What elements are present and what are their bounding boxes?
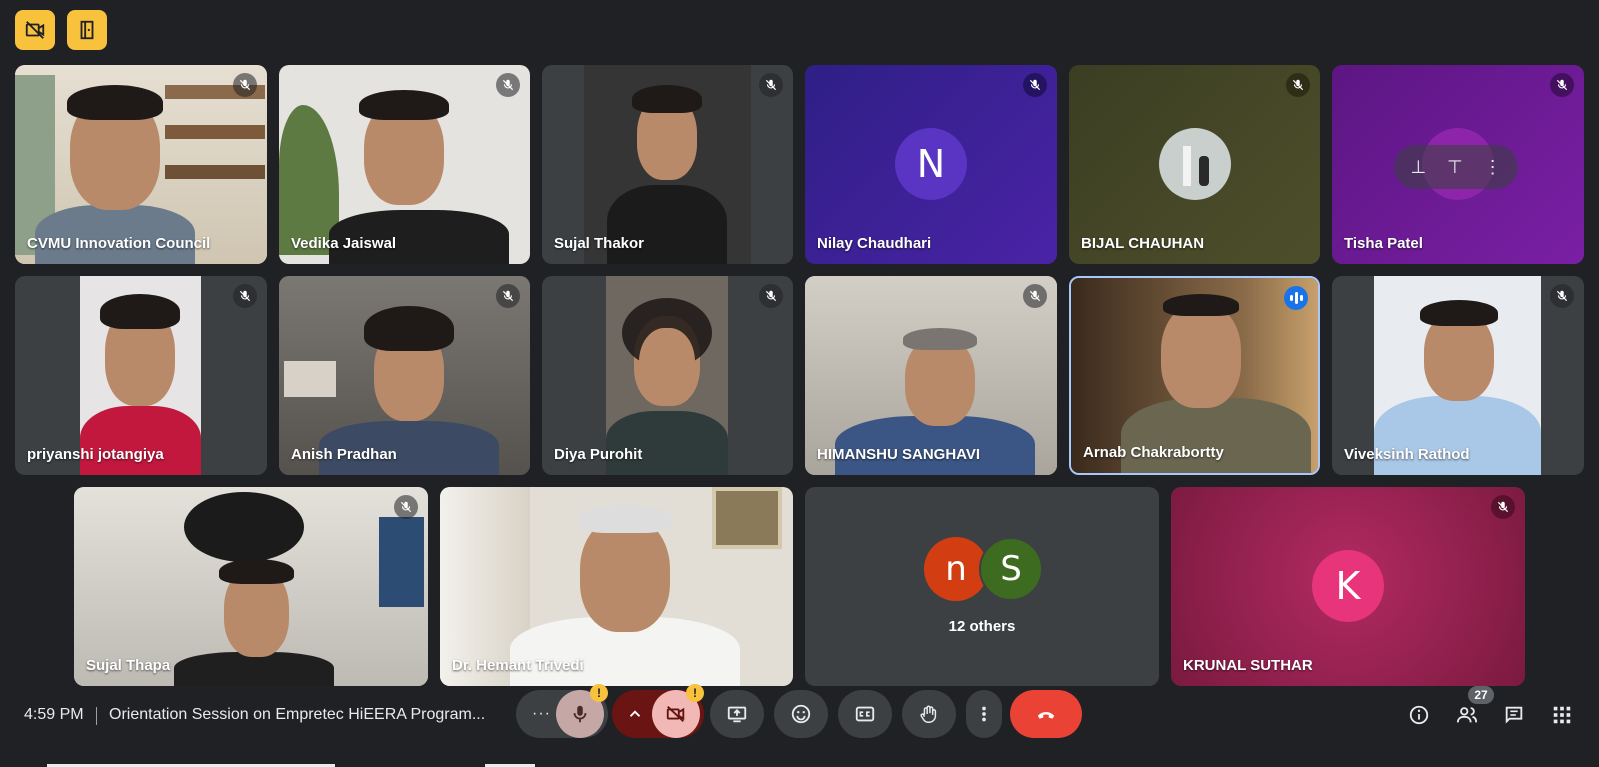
reactions-button[interactable] [774, 690, 828, 738]
avatar-initial: n [945, 549, 967, 589]
participant-name: priyanshi jotangiya [27, 446, 164, 463]
participant-tile[interactable]: Sujal Thakor [542, 65, 793, 264]
mute-for-all-icon[interactable]: ⊤ [1447, 157, 1463, 178]
info-icon [1409, 705, 1429, 725]
participant-tile[interactable]: HIMANSHU SANGHAVI [805, 276, 1057, 475]
avatar-initial: S [1000, 549, 1022, 589]
muted-mic-icon [1550, 284, 1574, 308]
participant-tile[interactable]: CVMU Innovation Council [15, 65, 267, 264]
participant-name: BIJAL CHAUHAN [1081, 235, 1205, 252]
more-options-button[interactable] [966, 690, 1002, 738]
participant-tile[interactable]: Diya Purohit [542, 276, 793, 475]
participant-name: Diya Purohit [554, 446, 643, 463]
muted-mic-icon [394, 495, 418, 519]
end-call-icon [1037, 712, 1055, 719]
participant-name: Tisha Patel [1344, 235, 1423, 252]
others-tile[interactable]: n S 12 others [805, 487, 1159, 686]
microphone-button[interactable]: ! [556, 684, 608, 738]
present-icon [727, 706, 747, 723]
participant-tile[interactable]: K KRUNAL SUTHAR [1171, 487, 1525, 686]
participant-name: HIMANSHU SANGHAVI [817, 446, 981, 463]
muted-mic-icon [759, 284, 783, 308]
tile-hover-controls: ⊥ ⊤ ⋮ [1394, 145, 1518, 189]
participant-name: Viveksinh Rathod [1344, 446, 1470, 463]
emoji-icon [791, 704, 811, 724]
raise-hand-button[interactable] [902, 690, 956, 738]
muted-mic-icon [759, 73, 783, 97]
participant-tile[interactable]: Sujal Thapa [74, 487, 428, 686]
captions-icon [855, 706, 875, 722]
participant-tile[interactable]: ⊥ ⊤ ⋮ Tisha Patel [1332, 65, 1584, 264]
apps-grid-icon [1553, 706, 1571, 724]
avatar-initial: K [1335, 564, 1361, 608]
participant-tile-active-speaker[interactable]: Arnab Chakrabortty [1069, 276, 1320, 475]
warning-badge: ! [686, 684, 704, 702]
meeting-time: 4:59 PM [24, 706, 84, 723]
avatar: S [979, 537, 1043, 601]
captions-button[interactable] [838, 690, 892, 738]
muted-mic-icon [1550, 73, 1574, 97]
muted-mic-icon [1286, 73, 1310, 97]
camera-button[interactable]: ! [652, 684, 704, 738]
video-off-icon [25, 21, 45, 39]
participant-tile[interactable]: Vedika Jaiswal [279, 65, 530, 264]
others-count-label: 12 others [948, 618, 1016, 635]
microphone-icon [573, 705, 587, 723]
speaking-indicator-icon [1284, 286, 1308, 310]
people-button[interactable] [1454, 702, 1480, 728]
chevron-up-icon [629, 710, 641, 717]
participant-name: Vedika Jaiswal [291, 235, 397, 252]
participant-name: Arnab Chakrabortty [1083, 444, 1224, 461]
participant-tile[interactable]: priyanshi jotangiya [15, 276, 267, 475]
muted-mic-icon [496, 73, 520, 97]
pin-icon[interactable]: ⊥ [1410, 157, 1426, 178]
meeting-details-button[interactable] [1406, 702, 1432, 728]
room-info-button[interactable] [67, 10, 107, 50]
video-off-icon [666, 705, 685, 723]
participant-tile[interactable]: N Nilay Chaudhari [805, 65, 1057, 264]
muted-mic-icon [1023, 73, 1047, 97]
muted-mic-icon [233, 73, 257, 97]
participant-tile[interactable]: Viveksinh Rathod [1332, 276, 1584, 475]
muted-mic-icon [496, 284, 520, 308]
participant-name: Nilay Chaudhari [817, 235, 932, 252]
leave-call-button[interactable] [1010, 690, 1082, 738]
participant-name: Anish Pradhan [291, 446, 397, 463]
divider [96, 707, 97, 725]
avatar [1159, 128, 1231, 200]
chat-button[interactable] [1501, 702, 1527, 728]
hide-self-view-button[interactable] [15, 10, 55, 50]
participant-name: KRUNAL SUTHAR [1183, 657, 1313, 674]
more-horizontal-icon: ··· [532, 705, 551, 722]
avatar-initial: N [916, 142, 946, 186]
avatar: N [895, 128, 967, 200]
meeting-controls-bar: 4:59 PM Orientation Session on Empretec … [0, 684, 1599, 767]
participant-tile[interactable]: Dr. Hemant Trivedi [440, 487, 793, 686]
muted-mic-icon [1491, 495, 1515, 519]
activities-button[interactable] [1549, 702, 1575, 728]
participant-name: Sujal Thapa [86, 657, 171, 674]
avatar: K [1312, 550, 1384, 622]
muted-mic-icon [233, 284, 257, 308]
muted-mic-icon [1023, 284, 1047, 308]
door-icon [80, 20, 94, 40]
hand-icon [920, 705, 937, 723]
more-options-icon[interactable]: ⋮ [1484, 157, 1502, 178]
people-icon [1456, 707, 1478, 723]
participant-tile[interactable]: BIJAL CHAUHAN [1069, 65, 1320, 264]
chat-icon [1505, 706, 1523, 724]
participant-name: CVMU Innovation Council [27, 235, 211, 252]
participant-name: Sujal Thakor [554, 235, 645, 252]
participant-tile[interactable]: Anish Pradhan [279, 276, 530, 475]
participant-name: Dr. Hemant Trivedi [452, 657, 584, 674]
present-screen-button[interactable] [710, 690, 764, 738]
meeting-title: Orientation Session on Empretec HiEERA P… [109, 706, 486, 723]
more-vertical-icon [982, 706, 986, 722]
warning-badge: ! [590, 684, 608, 702]
